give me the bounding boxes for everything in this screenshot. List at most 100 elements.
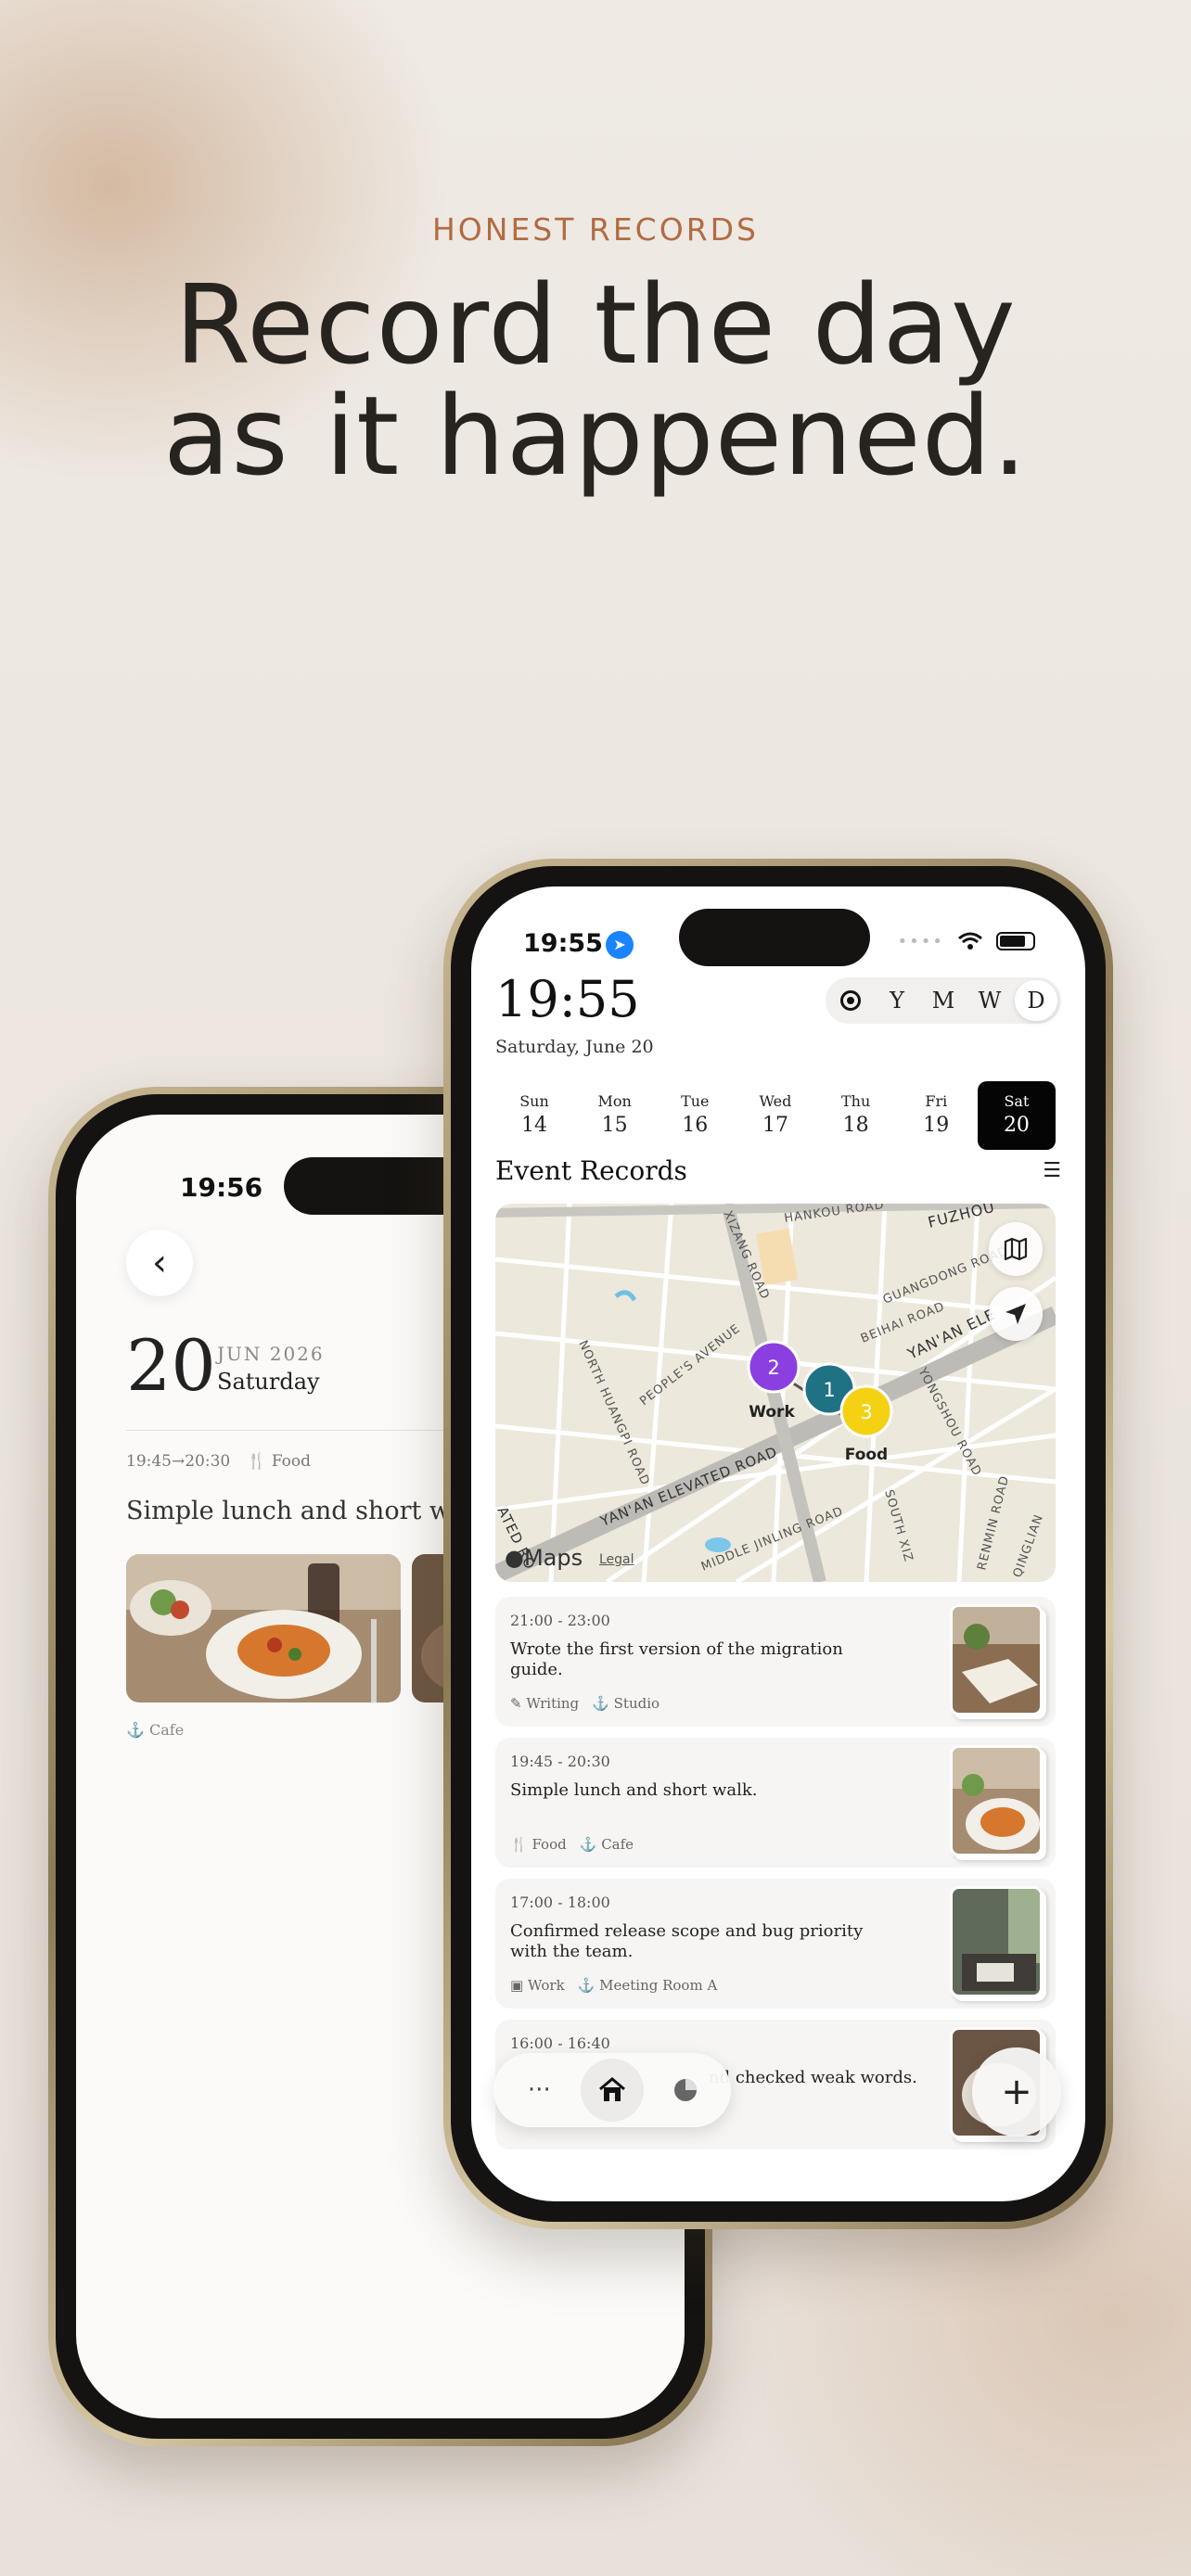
tag-label: Cafe [601, 1836, 634, 1853]
eyebrow: HONEST RECORDS [431, 211, 759, 248]
tab-bar: ··· [493, 2053, 731, 2127]
tag-label: Work [527, 1977, 565, 1994]
tag: 🍴 Food [510, 1836, 567, 1853]
status-icons: •••• [898, 931, 1035, 951]
pin-number: 1 [823, 1379, 835, 1401]
section-title: Event Records [495, 1155, 687, 1186]
week-day-sat[interactable]: Sat 20 [977, 1081, 1056, 1150]
week-day-tue[interactable]: Tue 16 [656, 1081, 734, 1150]
entry-tag-label: Food [271, 1452, 312, 1471]
current-date: Saturday, June 20 [495, 1037, 654, 1057]
locate-me-button[interactable] [989, 1287, 1043, 1341]
week-day-fri[interactable]: Fri 19 [897, 1081, 975, 1150]
day-number: 15 [601, 1114, 628, 1137]
pencil-icon: ✎ [510, 1695, 522, 1712]
week-day-sun[interactable]: Sun 14 [495, 1081, 573, 1150]
record-title: Confirmed release scope and bug priority… [510, 1921, 864, 1961]
location-arrow-icon: ➤ [605, 930, 634, 959]
food-photo[interactable] [126, 1554, 401, 1702]
entry-meta: 19:45→20:30 🍴 Food [126, 1452, 311, 1471]
status-time: 19:55 [523, 929, 603, 958]
tag: ⚓ Cafe [580, 1836, 634, 1853]
range-week[interactable]: W [968, 980, 1011, 1021]
headline: Record the day as it happened. [0, 269, 1191, 491]
tab-stats[interactable] [654, 2059, 717, 2122]
record-time: 17:00 - 18:00 [510, 1894, 610, 1911]
record-thumbnail[interactable] [950, 1604, 1043, 1715]
pin-number: 2 [767, 1357, 779, 1379]
day-number: 18 [842, 1114, 869, 1137]
target-icon [840, 990, 861, 1011]
pin-icon: ⚓ [577, 1977, 596, 1994]
entry-tag: 🍴 Food [247, 1452, 311, 1471]
status-bar-time: 19:55 ➤ [523, 929, 634, 959]
entry-time-range: 19:45→20:30 [126, 1452, 231, 1471]
add-record-button[interactable]: + [972, 2047, 1061, 2136]
entry-title: Simple lunch and short walk. [126, 1497, 497, 1525]
entry-day: 20 [126, 1324, 216, 1407]
map-mode-button[interactable] [989, 1222, 1043, 1276]
day-number: 14 [521, 1114, 547, 1137]
tag-label: Studio [613, 1695, 660, 1712]
weekday-label: Mon [597, 1092, 632, 1110]
range-selector: Y M W D [826, 977, 1061, 1024]
fork-knife-icon: 🍴 [247, 1452, 267, 1471]
range-month[interactable]: M [922, 980, 965, 1021]
record-thumbnail[interactable] [950, 1745, 1043, 1856]
location-arrow-icon [1005, 1304, 1026, 1324]
weekday-label: Tue [681, 1092, 710, 1110]
range-year[interactable]: Y [876, 980, 918, 1021]
signal-icon: •••• [897, 931, 944, 951]
front-screen: 19:55 ➤ •••• 19:55 Saturday, June 20 Y M … [471, 886, 1085, 2201]
current-time: 19:55 [495, 970, 640, 1028]
record-title: Simple lunch and short walk. [510, 1780, 758, 1800]
fork-knife-icon: 🍴 [510, 1836, 528, 1853]
pin-icon: ⚓ [592, 1695, 609, 1712]
record-time: 16:00 - 16:40 [510, 2034, 610, 2052]
week-day-wed[interactable]: Wed 17 [736, 1081, 814, 1150]
map-pin-2[interactable]: 2 Work [747, 1340, 800, 1422]
weekday-label: Wed [759, 1092, 792, 1110]
map-pin-3[interactable]: 3 Food [839, 1384, 893, 1464]
entry-month-year: JUN 2026 [217, 1343, 325, 1365]
entry-place: ⚓ Cafe [126, 1721, 184, 1739]
record-card[interactable]: 19:45 - 20:30 Simple lunch and short wal… [495, 1738, 1056, 1868]
pin-number: 3 [860, 1401, 872, 1423]
tag: ⚓ Meeting Room A [578, 1977, 718, 1994]
battery-icon [996, 932, 1035, 950]
weekday-label: Sat [1004, 1092, 1030, 1110]
day-number: 20 [1003, 1114, 1030, 1137]
back-button[interactable]: ‹ [126, 1230, 193, 1296]
tab-more[interactable]: ··· [507, 2059, 570, 2122]
today-button[interactable] [829, 980, 872, 1021]
record-time: 19:45 - 20:30 [510, 1753, 610, 1770]
event-map[interactable]: HANKOU ROAD FUZHOU XIZANG ROAD GUANGDONG… [495, 1204, 1056, 1582]
record-card[interactable]: 21:00 - 23:00 Wrote the first version of… [495, 1597, 1056, 1727]
tag-label: Food [531, 1836, 567, 1853]
record-tags: ▣ Work ⚓ Meeting Room A [510, 1977, 717, 1994]
record-tags: ✎ Writing ⚓ Studio [510, 1695, 660, 1712]
record-title: Wrote the first version of the migration… [510, 1639, 843, 1679]
pin-icon: ⚓ [126, 1721, 145, 1739]
day-number: 19 [923, 1114, 950, 1137]
record-time: 21:00 - 23:00 [510, 1612, 610, 1629]
weekday-label: Thu [840, 1092, 871, 1110]
legal-link[interactable]: Legal [599, 1552, 634, 1567]
record-thumbnail[interactable] [950, 1886, 1043, 1997]
pie-icon [673, 2079, 697, 2101]
record-tags: 🍴 Food ⚓ Cafe [510, 1836, 634, 1853]
week-day-thu[interactable]: Thu 18 [817, 1081, 895, 1150]
front-phone: 19:55 ➤ •••• 19:55 Saturday, June 20 Y M … [443, 859, 1113, 2229]
tab-home[interactable] [580, 2059, 644, 2122]
range-day[interactable]: D [1015, 980, 1057, 1021]
list-view-icon[interactable]: ☰ [1043, 1159, 1061, 1182]
briefcase-icon: ▣ [510, 1977, 524, 1994]
home-icon [599, 2077, 625, 2101]
pin-label: Work [749, 1403, 795, 1422]
map-icon [1004, 1237, 1028, 1261]
chevron-left-icon: ‹ [152, 1242, 167, 1284]
week-day-mon[interactable]: Mon 15 [576, 1081, 654, 1150]
record-card[interactable]: 17:00 - 18:00 Confirmed release scope an… [495, 1879, 1056, 2009]
weekday-label: Fri [925, 1092, 948, 1110]
tag: ⚓ Studio [592, 1695, 660, 1712]
